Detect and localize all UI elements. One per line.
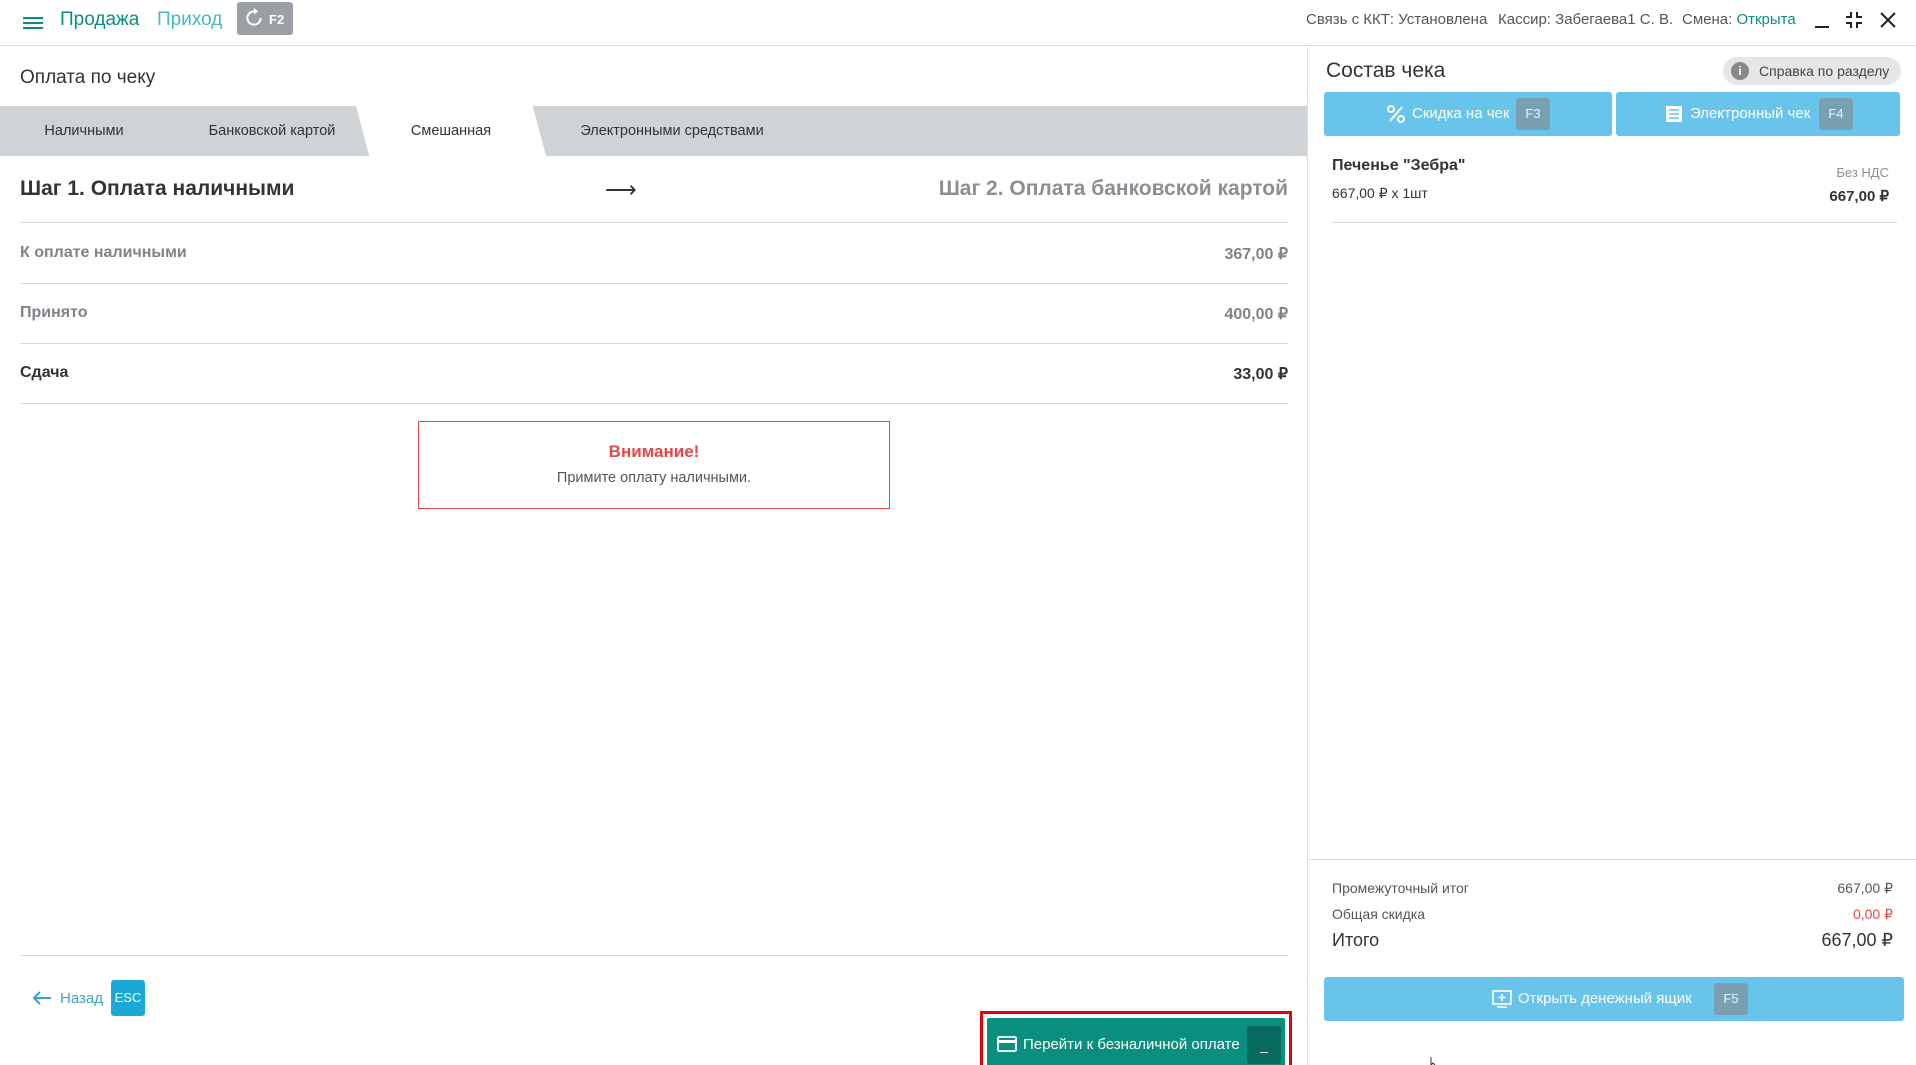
change-label: Сдача (20, 364, 69, 381)
total-label: Итого (1332, 930, 1380, 950)
discount-label: Общая скидка (1332, 906, 1426, 922)
item-sum: 667,00 ₽ (1829, 188, 1889, 205)
top-bar: Продажа Приход F2 Связь с ККТ: Установле… (0, 0, 1916, 46)
payment-panel: Оплата по чеку Наличными Банковской карт… (0, 47, 1307, 1065)
document-icon (1666, 106, 1682, 122)
open-cash-drawer-label: Открыть денежный ящик (1518, 990, 1692, 1007)
total-value: 667,00 ₽ (1821, 930, 1893, 950)
shift-status: Смена: Открыта (1682, 11, 1796, 28)
shift-value: Открыта (1736, 11, 1796, 28)
percent-icon (1387, 105, 1405, 123)
arrow-left-icon (32, 991, 51, 1005)
arrow-right-icon: ⟶ (605, 177, 637, 202)
check-discount-button[interactable]: Скидка на чек F3 (1324, 92, 1612, 136)
go-to-cashless-button[interactable]: Перейти к безналичной оплате _ (987, 1018, 1285, 1065)
step-2-title: Шаг 2. Оплата банковской картой (938, 177, 1288, 200)
payment-tabs: Наличными Банковской картой Смешанная Эл… (0, 106, 1307, 156)
receipt-item[interactable]: Печенье "Зебра" 667,00 ₽ x 1шт Без НДС 6… (1332, 157, 1897, 223)
receipt-title: Состав чека (1326, 59, 1446, 82)
to-pay-label: К оплате наличными (20, 244, 187, 261)
kkt-status: Связь с ККТ: Установлена (1306, 11, 1487, 28)
step-1-title: Шаг 1. Оплата наличными (20, 177, 295, 200)
change-value: 33,00 ₽ (1233, 366, 1288, 383)
subtotal-value: 667,00 ₽ (1837, 880, 1893, 896)
cashier-name: Кассир: Забегаева1 С. В. (1498, 11, 1674, 28)
mouse-cursor-icon (1430, 1057, 1436, 1065)
alert-title: Внимание! (608, 442, 700, 461)
subtotal-label: Промежуточный итог (1332, 880, 1469, 896)
refresh-icon (246, 8, 262, 26)
enter-key-hint: _ (1247, 1026, 1281, 1064)
tab-card[interactable]: Банковской картой (168, 106, 376, 156)
tab-mixed[interactable]: Смешанная (356, 106, 546, 156)
discount-row: Общая скидка 0,00 ₽ (1332, 906, 1893, 922)
item-vat: Без НДС (1836, 165, 1889, 180)
help-label: Справка по разделу (1759, 63, 1890, 79)
page-title: Оплата по чеку (20, 67, 156, 88)
item-price-qty: 667,00 ₽ x 1шт (1332, 185, 1428, 201)
totals-section: Промежуточный итог 667,00 ₽ Общая скидка… (1308, 859, 1916, 950)
discount-value: 0,00 ₽ (1852, 906, 1893, 922)
back-label: Назад (60, 989, 103, 1007)
open-cash-drawer-button[interactable]: Открыть денежный ящик F5 (1324, 977, 1904, 1021)
f3-key-hint: F3 (1516, 98, 1550, 130)
received-label: Принято (20, 304, 88, 321)
received-row: Принято 400,00 ₽ (20, 284, 1288, 344)
electronic-check-label: Электронный чек (1690, 105, 1811, 122)
tab-cash[interactable]: Наличными (0, 106, 168, 156)
subtotal-row: Промежуточный итог 667,00 ₽ (1332, 880, 1893, 896)
info-icon: i (1731, 62, 1749, 80)
change-row: Сдача 33,00 ₽ (20, 344, 1288, 404)
mode-income-link[interactable]: Приход (157, 9, 222, 31)
highlight-frame: Перейти к безналичной оплате _ (980, 1011, 1292, 1065)
exit-fullscreen-icon[interactable] (1842, 8, 1866, 32)
attention-alert: Внимание! Примите оплату наличными. (418, 421, 890, 509)
receipt-panel: Состав чека i Справка по разделу Скидка … (1307, 47, 1916, 1065)
check-discount-label: Скидка на чек (1412, 105, 1510, 122)
menu-icon[interactable] (20, 10, 46, 36)
back-button[interactable]: Назад ESC (32, 979, 145, 1017)
mode-sale-link[interactable]: Продажа (60, 9, 139, 31)
to-pay-value: 367,00 ₽ (1224, 246, 1288, 263)
to-pay-row: К оплате наличными 367,00 ₽ (20, 224, 1288, 284)
kkt-label: Связь с ККТ: (1306, 11, 1399, 28)
kkt-value: Установлена (1398, 11, 1488, 28)
alert-message: Примите оплату наличными. (556, 470, 752, 486)
total-row: Итого 667,00 ₽ (1332, 930, 1893, 951)
footer-divider (20, 955, 1288, 956)
payment-steps: Шаг 1. Оплата наличными ⟶ Шаг 2. Оплата … (20, 177, 1288, 223)
electronic-check-button[interactable]: Электронный чек F4 (1616, 92, 1900, 136)
f5-key-hint: F5 (1714, 983, 1748, 1015)
switch-mode-button[interactable]: F2 (237, 2, 293, 35)
f4-key-hint: F4 (1819, 98, 1853, 130)
go-to-cashless-label: Перейти к безналичной оплате (1023, 1036, 1240, 1053)
cash-drawer-icon (1492, 990, 1512, 1008)
credit-card-icon (997, 1036, 1017, 1052)
help-button[interactable]: i Справка по разделу (1723, 57, 1902, 85)
received-value: 400,00 ₽ (1224, 306, 1288, 323)
tab-electronic[interactable]: Электронными средствами (546, 106, 798, 156)
item-name: Печенье "Зебра" (1332, 157, 1466, 174)
esc-key-hint: ESC (110, 980, 145, 1016)
shift-label: Смена: (1682, 11, 1737, 28)
minimize-icon[interactable] (1810, 8, 1834, 32)
close-icon[interactable] (1876, 8, 1900, 32)
f2-key-hint: F2 (269, 12, 285, 27)
